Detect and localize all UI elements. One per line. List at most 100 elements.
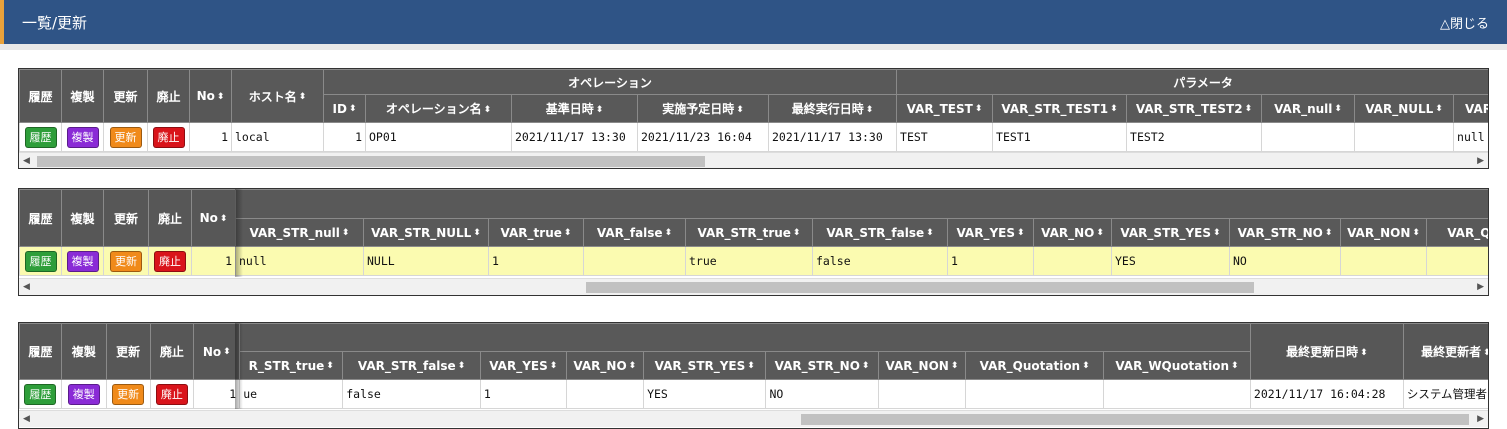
col-var-str-no[interactable]: VAR_STR_NO ⬍ [765, 351, 879, 380]
header-divider [0, 44, 1507, 50]
col-last-updated-by[interactable]: 最終更新者⬍ [1402, 323, 1488, 380]
col-var-str-false[interactable]: VAR_STR_false ⬍ [342, 351, 481, 380]
history-button[interactable]: 履歴 [24, 383, 57, 405]
col-var-str-yes[interactable]: VAR_STR_YES ⬍ [643, 351, 767, 380]
col-var-true[interactable]: VAR_true ⬍ [488, 218, 584, 247]
col-host[interactable]: ホスト名 ⬍ [231, 69, 324, 123]
col-var-qu-truncated[interactable]: VAR_Qu [1425, 218, 1488, 247]
scroll-left-icon[interactable]: ◀ [23, 282, 30, 292]
col-history: 履歴 [19, 69, 62, 123]
cell-id: 1 [323, 122, 366, 152]
col-no[interactable]: No ⬍ [189, 69, 232, 123]
history-button[interactable]: 履歴 [24, 126, 57, 148]
update-button[interactable]: 更新 [110, 250, 142, 272]
scroll-thumb[interactable] [37, 156, 705, 167]
cell-var-null-upper [1354, 122, 1455, 152]
col-var-yes[interactable]: VAR_YES ⬍ [479, 351, 567, 380]
copy-cell: 複製 [61, 246, 104, 276]
col-operation-name[interactable]: オペレーション名 ⬍ [365, 94, 512, 123]
col-id[interactable]: ID ⬍ [323, 94, 366, 123]
discard-button[interactable]: 廃止 [154, 250, 186, 272]
cell-var-str-true-truncated: ue [239, 379, 344, 409]
col-copy: 複製 [61, 69, 104, 123]
copy-cell: 複製 [61, 122, 104, 152]
col-var-non[interactable]: VAR_NON ⬍ [1340, 218, 1427, 247]
col-var-str-true-truncated[interactable]: R_STR_true ⬍ [239, 351, 344, 380]
copy-button[interactable]: 複製 [66, 250, 99, 272]
col-scheduled-datetime[interactable]: 実施予定日時 ⬍ [637, 94, 769, 123]
col-update: 更新 [105, 323, 151, 380]
col-var-wquotation[interactable]: VAR_WQuotation ⬍ [1102, 351, 1251, 380]
scroll-left-icon[interactable]: ◀ [23, 156, 30, 166]
section-title: 一覧/更新 [22, 13, 88, 32]
col-var-str-null-lower[interactable]: VAR_STR_null ⬍ [235, 218, 364, 247]
col-var-str-test2[interactable]: VAR_STR_TEST2 ⬍ [1126, 94, 1263, 123]
sort-icon: ⬍ [549, 361, 558, 371]
scroll-thumb[interactable] [586, 282, 1254, 293]
scroll-right-icon[interactable]: ▶ [1477, 156, 1484, 166]
col-copy: 複製 [60, 323, 107, 380]
horizontal-scrollbar[interactable]: ◀ ▶ [19, 152, 1488, 168]
col-var-str-test1[interactable]: VAR_STR_TEST1 ⬍ [992, 94, 1128, 123]
col-no[interactable]: No ⬍ [193, 323, 241, 380]
cell-var-yes: 1 [479, 379, 567, 409]
col-var-null-upper[interactable]: VAR_NULL ⬍ [1354, 94, 1455, 123]
fixed-column-shadow [235, 189, 243, 277]
horizontal-scrollbar[interactable]: ◀ ▶ [19, 410, 1488, 427]
sort-icon: ⬍ [1082, 361, 1090, 371]
col-last-updated-datetime[interactable]: 最終更新日時 ⬍ [1249, 323, 1404, 380]
col-var-null-lower[interactable]: VAR_null ⬍ [1261, 94, 1356, 123]
history-button[interactable]: 履歴 [24, 250, 57, 272]
col-last-run-datetime[interactable]: 最終実行日時 ⬍ [767, 94, 898, 123]
sort-icon: ⬍ [563, 228, 572, 238]
scroll-thumb[interactable] [801, 414, 1469, 425]
copy-button[interactable]: 複製 [66, 126, 99, 148]
cell-operation-name: OP01 [365, 122, 512, 152]
sort-icon: ⬍ [736, 104, 744, 115]
scroll-right-icon[interactable]: ▶ [1477, 414, 1484, 424]
update-button[interactable]: 更新 [109, 126, 142, 148]
col-base-datetime[interactable]: 基準日時 ⬍ [511, 94, 638, 123]
col-var-test[interactable]: VAR_TEST ⬍ [896, 94, 994, 123]
col-discard: 廃止 [148, 189, 192, 247]
col-var-str-no[interactable]: VAR_STR_NO ⬍ [1229, 218, 1341, 247]
col-var-quotation[interactable]: VAR_Quotation ⬍ [965, 351, 1104, 380]
col-var-str-false[interactable]: VAR_STR_false ⬍ [812, 218, 948, 247]
col-history: 履歴 [19, 189, 62, 247]
close-toggle-button[interactable]: △閉じる [1440, 13, 1489, 32]
update-cell: 更新 [103, 246, 149, 276]
copy-button[interactable]: 複製 [67, 383, 100, 405]
table-panel-parameters-end: 履歴 複製 更新 廃止 No⬍ 最終更新日時⬍ 最終更新者⬍ R_STR_tru… [18, 322, 1489, 429]
cell-var-test: TEST [896, 122, 994, 152]
sort-icon: ⬍ [341, 228, 350, 238]
horizontal-scrollbar[interactable]: ◀ ▶ [19, 278, 1488, 295]
discard-button[interactable]: 廃止 [155, 383, 188, 405]
col-var-false[interactable]: VAR_false ⬍ [583, 218, 686, 247]
list-update-header: 一覧/更新 △閉じる [0, 0, 1507, 44]
cell-no: 1 [191, 246, 236, 276]
col-var-no[interactable]: VAR_NO ⬍ [1033, 218, 1112, 247]
col-update: 更新 [103, 189, 149, 247]
update-button[interactable]: 更新 [112, 383, 145, 405]
col-var-yes[interactable]: VAR_YES ⬍ [947, 218, 1034, 247]
sort-icon: ⬍ [865, 104, 874, 115]
sort-icon: ⬍ [950, 361, 959, 371]
col-var-str-yes[interactable]: VAR_STR_YES ⬍ [1111, 218, 1230, 247]
col-var-truncated[interactable]: VAR_ [1453, 94, 1488, 123]
col-var-str-null-upper[interactable]: VAR_STR_NULL ⬍ [363, 218, 489, 247]
cell-var-null-lower [1261, 122, 1356, 152]
scroll-left-icon[interactable]: ◀ [23, 414, 30, 424]
col-no[interactable]: No ⬍ [191, 189, 236, 247]
cell-var-yes: 1 [947, 246, 1034, 276]
history-cell: 履歴 [19, 122, 62, 152]
col-var-non[interactable]: VAR_NON ⬍ [877, 351, 967, 380]
scroll-right-icon[interactable]: ▶ [1477, 282, 1484, 292]
sort-icon: ⬍ [483, 104, 492, 115]
sort-icon: ⬍ [747, 361, 755, 371]
col-var-str-true[interactable]: VAR_STR_true ⬍ [685, 218, 813, 247]
sort-icon: ⬍ [298, 92, 307, 102]
discard-button[interactable]: 廃止 [152, 126, 185, 148]
cell-var-no [565, 379, 645, 409]
col-var-no[interactable]: VAR_NO ⬍ [565, 351, 645, 380]
cell-var-quotation [965, 379, 1104, 409]
